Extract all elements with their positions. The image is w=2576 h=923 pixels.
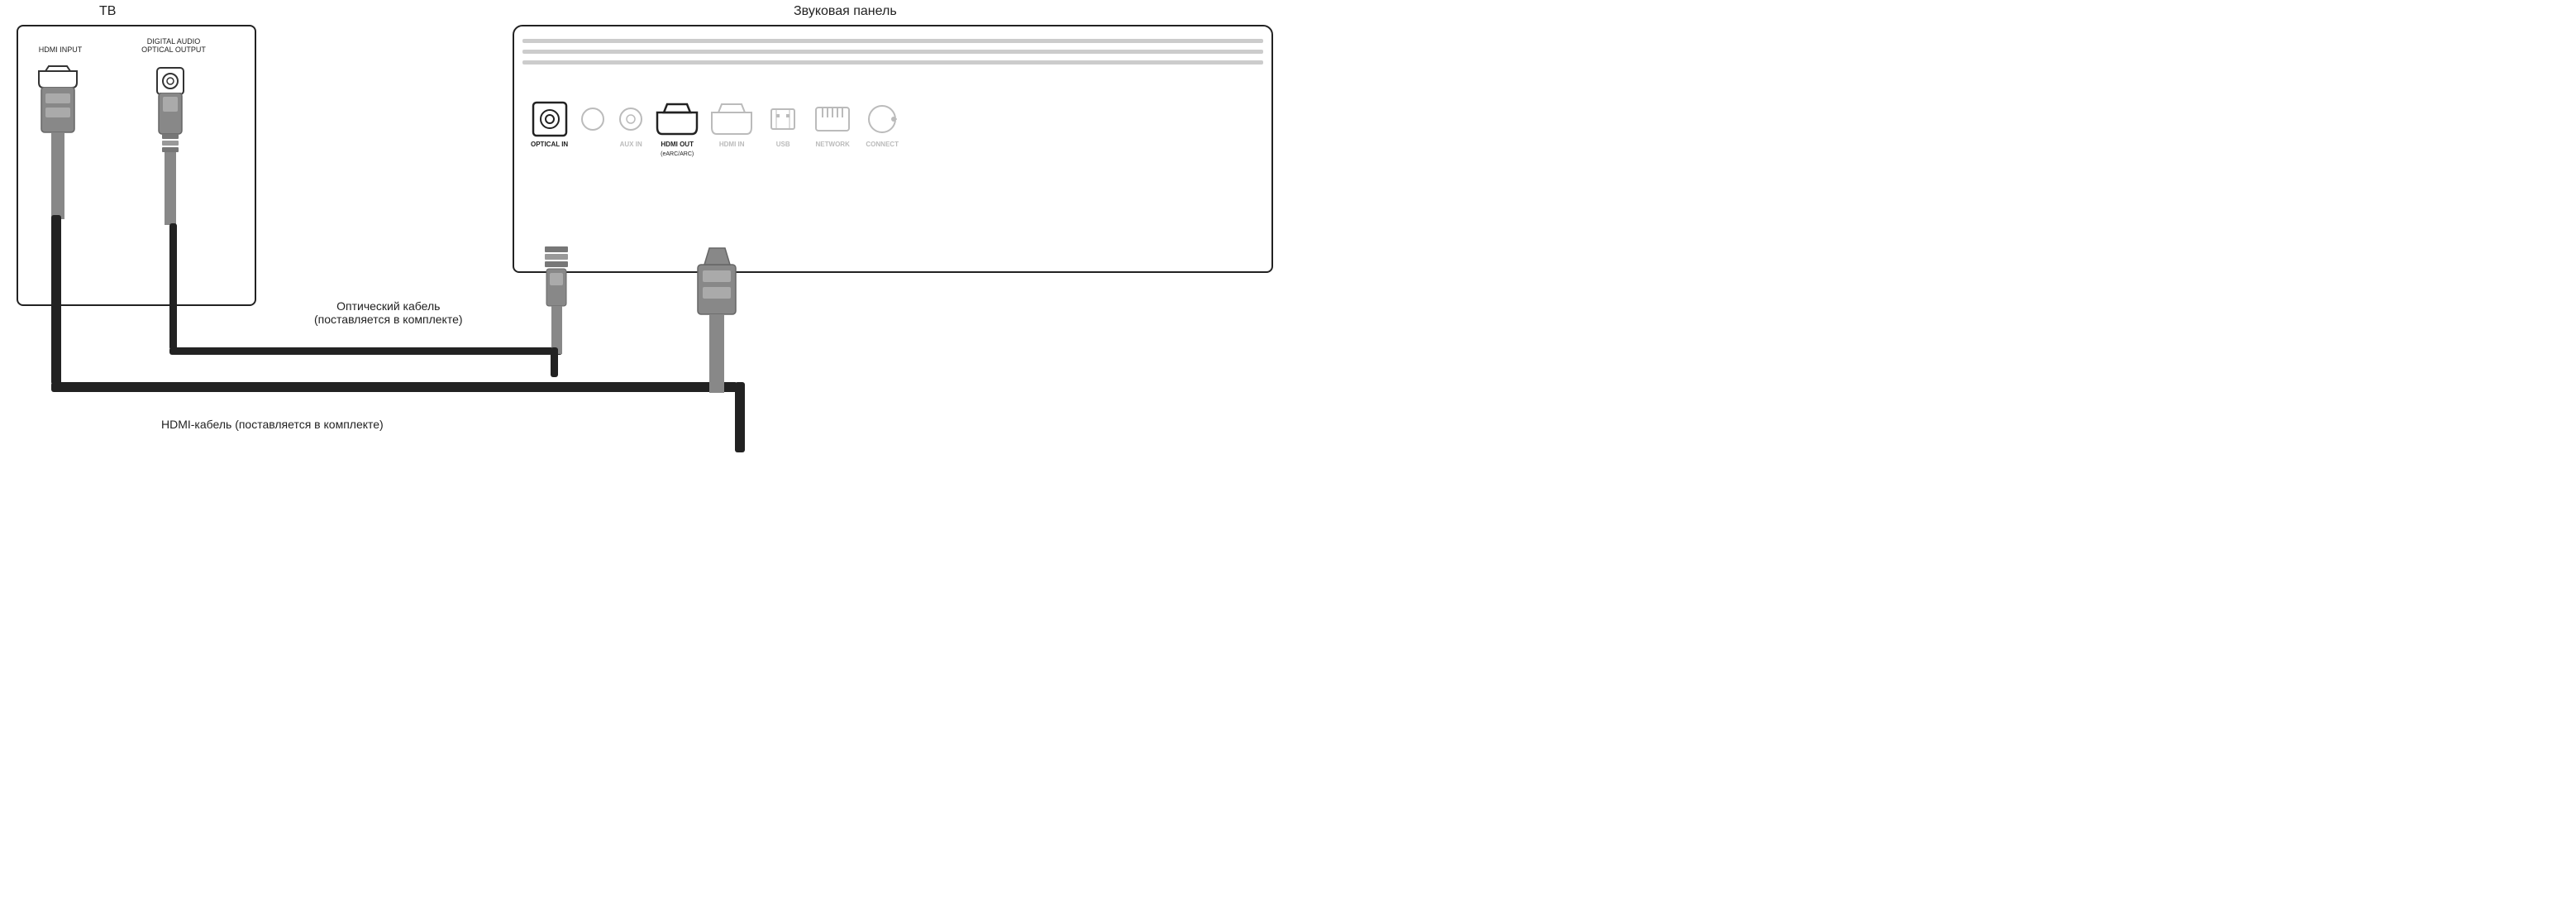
- optical-connector-tv: [155, 93, 185, 225]
- connector-hdmi-in: HDMI IN: [710, 101, 753, 148]
- connector-hdmi-out: HDMI OUT (eARC/ARC): [656, 101, 699, 157]
- soundbar-label: Звуковая панель: [794, 4, 897, 19]
- connector-optical-in: OPTICAL IN: [531, 101, 568, 148]
- hdmi-cable-text: HDMI-кабель (поставляется в комплекте): [161, 418, 384, 431]
- connector-bluetooth: [580, 101, 606, 141]
- optical-in-icon: [532, 101, 568, 137]
- sb-deco-line3: [522, 60, 1263, 65]
- sb-deco-line2: [522, 50, 1263, 54]
- hdmi-out-sublabel: (eARC/ARC): [661, 151, 694, 157]
- aux-in-label: AUX IN: [620, 141, 642, 148]
- tv-label: ТВ: [99, 4, 116, 19]
- optical-cable-vertical-left: [169, 223, 177, 350]
- hdmi-cable-bottom: [51, 382, 737, 392]
- network-icon: [813, 101, 852, 137]
- hdmi-in-label: HDMI IN: [719, 141, 745, 148]
- optical-plug-soundbar: [541, 246, 573, 354]
- network-label: NETWORK: [816, 141, 850, 148]
- optical-cable-vertical-right: [551, 347, 558, 377]
- bluetooth-icon: [580, 101, 606, 137]
- optical-cable-text: Оптический кабель (поставляется в компле…: [314, 299, 463, 326]
- connect-label: CONNECT: [866, 141, 899, 148]
- hdmi-cable-vertical-right: [735, 382, 745, 452]
- soundbar-panel: OPTICAL IN AUX IN HDMI OUT (eARC/ARC): [513, 25, 1273, 273]
- usb-icon: [765, 101, 801, 137]
- hdmi-cable-vertical-left: [51, 215, 61, 385]
- connector-usb: USB: [765, 101, 801, 148]
- hdmi-port-tv: [37, 65, 79, 89]
- connector-aux-in: AUX IN: [618, 101, 644, 148]
- hdmi-plug-soundbar: [694, 244, 740, 393]
- sb-deco-line1: [522, 39, 1263, 43]
- aux-in-icon: [618, 101, 644, 137]
- optical-output-label: DIGITAL AUDIO OPTICAL OUTPUT: [132, 37, 215, 54]
- hdmi-out-label: HDMI OUT: [661, 141, 694, 148]
- connectors-row: OPTICAL IN AUX IN HDMI OUT (eARC/ARC): [531, 101, 900, 157]
- hdmi-out-icon: [656, 101, 699, 137]
- optical-port-tv: [155, 66, 185, 96]
- hdmi-connector-tv: [37, 87, 79, 219]
- optical-cable-bottom: [169, 347, 562, 355]
- hdmi-in-icon: [710, 101, 753, 137]
- hdmi-input-label: HDMI INPUT: [31, 45, 89, 54]
- optical-in-label: OPTICAL IN: [531, 141, 568, 148]
- connector-network: NETWORK: [813, 101, 852, 148]
- usb-label: USB: [776, 141, 790, 148]
- connector-connect: CONNECT: [864, 101, 900, 148]
- connect-icon: [864, 101, 900, 137]
